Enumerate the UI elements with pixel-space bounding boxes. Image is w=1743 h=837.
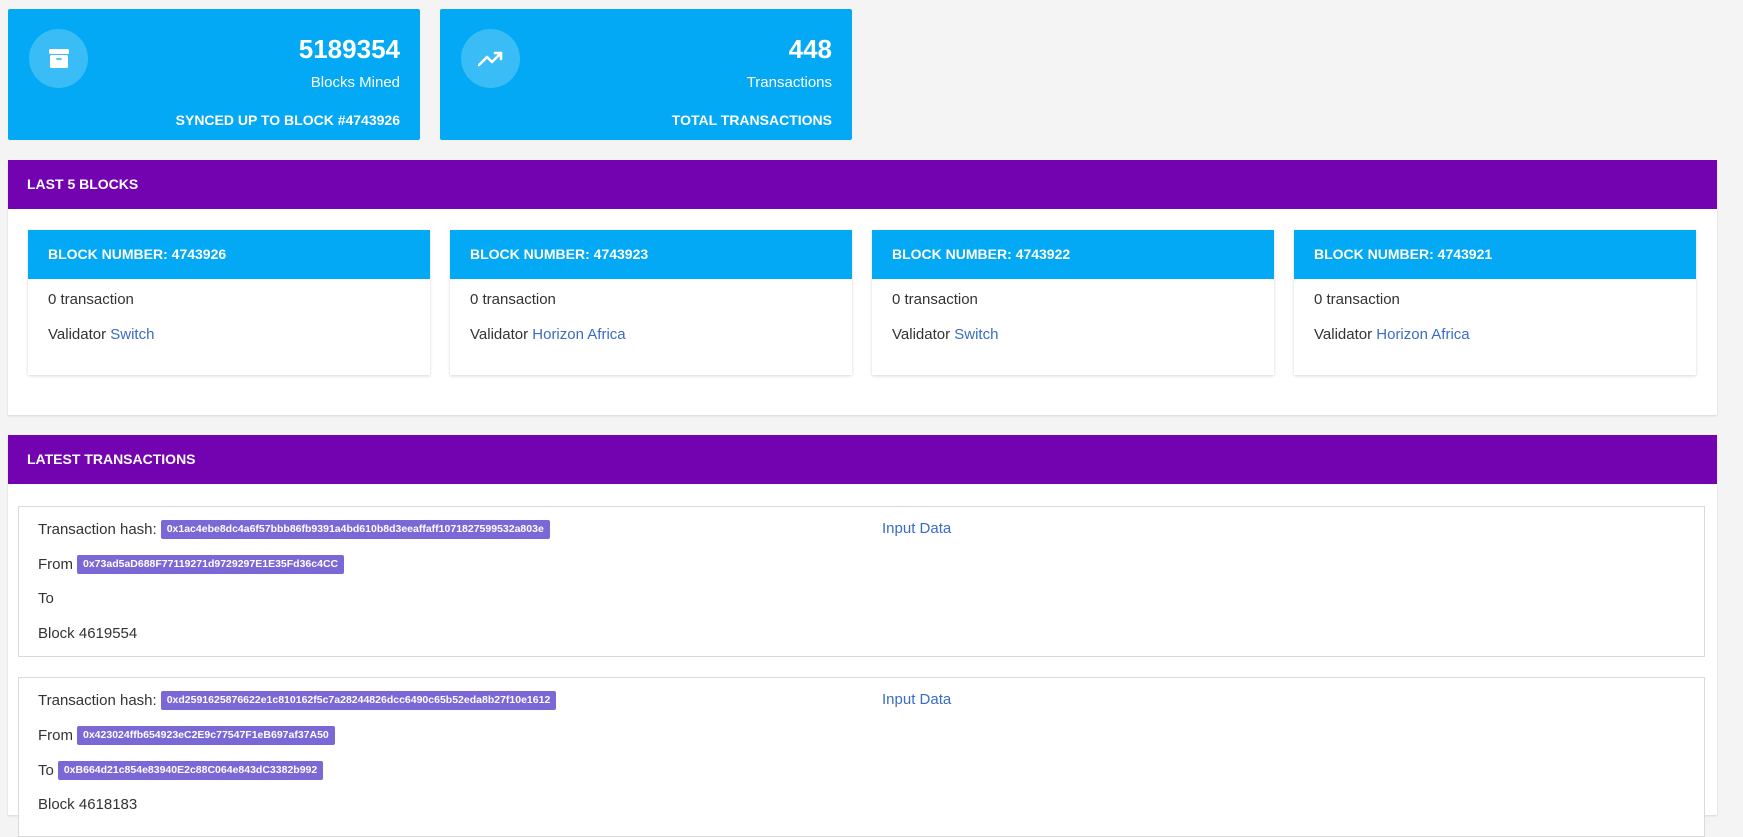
tx-to-label: To bbox=[38, 590, 54, 607]
validator-label: Validator bbox=[1314, 326, 1373, 343]
block-tx-count: 0 transaction bbox=[892, 291, 978, 308]
block-number[interactable]: BLOCK NUMBER: 4743922 bbox=[872, 230, 1274, 279]
tx-block[interactable]: Block 4618183 bbox=[38, 796, 137, 813]
block-validator: Validator Switch bbox=[48, 326, 154, 343]
tx-hash-badge[interactable]: 0x1ac4ebe8dc4a6f57bbb86fb9391a4bd610b8d3… bbox=[160, 520, 550, 539]
input-data-link[interactable]: Input Data bbox=[882, 520, 951, 537]
transactions-value: 448 bbox=[788, 34, 832, 64]
tx-from-badge[interactable]: 0x73ad5aD688F77119271d9729297E1E35Fd36c4… bbox=[77, 555, 345, 574]
tx-hash-label: Transaction hash: bbox=[38, 692, 157, 709]
latest-transactions-header: LATEST TRANSACTIONS bbox=[8, 435, 1717, 484]
tx-to-row: To 0xB664d21c854e83940E2c88C064e843dC3382… bbox=[38, 761, 324, 780]
tx-hash-label: Transaction hash: bbox=[38, 521, 157, 538]
validator-link[interactable]: Horizon Africa bbox=[1376, 326, 1469, 343]
block-number[interactable]: BLOCK NUMBER: 4743926 bbox=[28, 230, 430, 279]
validator-label: Validator bbox=[48, 326, 107, 343]
tx-hash-badge[interactable]: 0xd2591625876622e1c810162f5c7a28244826dc… bbox=[160, 691, 557, 710]
block-validator: Validator Horizon Africa bbox=[470, 326, 626, 343]
trending-up-icon bbox=[461, 29, 520, 88]
block-number[interactable]: BLOCK NUMBER: 4743923 bbox=[450, 230, 852, 279]
block-tx-count: 0 transaction bbox=[470, 291, 556, 308]
tx-from-label: From bbox=[38, 556, 73, 573]
tx-block[interactable]: Block 4619554 bbox=[38, 625, 137, 642]
total-transactions-text: TOTAL TRANSACTIONS bbox=[671, 112, 832, 128]
block-validator: Validator Switch bbox=[892, 326, 998, 343]
validator-link[interactable]: Horizon Africa bbox=[532, 326, 625, 343]
transaction-card: Transaction hash: 0xd2591625876622e1c8101… bbox=[18, 677, 1705, 837]
block-card: BLOCK NUMBER: 4743923 0 transaction Vali… bbox=[450, 230, 852, 375]
transactions-label: Transactions bbox=[746, 74, 832, 91]
blocks-mined-value: 5189354 bbox=[298, 34, 400, 64]
tx-to-label: To bbox=[38, 762, 54, 779]
block-number[interactable]: BLOCK NUMBER: 4743921 bbox=[1294, 230, 1696, 279]
block-card: BLOCK NUMBER: 4743922 0 transaction Vali… bbox=[872, 230, 1274, 375]
validator-label: Validator bbox=[892, 326, 951, 343]
tx-hash-row: Transaction hash: 0xd2591625876622e1c8101… bbox=[38, 691, 557, 710]
tx-hash-row: Transaction hash: 0x1ac4ebe8dc4a6f57bbb86… bbox=[38, 520, 550, 539]
tx-from-badge[interactable]: 0x423024ffb654923eC2E9c77547F1eB697af37A… bbox=[77, 726, 335, 745]
block-tx-count: 0 transaction bbox=[1314, 291, 1400, 308]
archive-icon bbox=[29, 29, 88, 88]
tx-from-label: From bbox=[38, 727, 73, 744]
block-card: BLOCK NUMBER: 4743926 0 transaction Vali… bbox=[28, 230, 430, 375]
blocks-mined-card: 5189354 Blocks Mined SYNCED UP TO BLOCK … bbox=[8, 9, 420, 140]
tx-to-row: To bbox=[38, 590, 54, 607]
last-blocks-header: LAST 5 BLOCKS bbox=[8, 160, 1717, 209]
synced-block-text: SYNCED UP TO BLOCK #4743926 bbox=[175, 112, 400, 128]
block-card: BLOCK NUMBER: 4743921 0 transaction Vali… bbox=[1294, 230, 1696, 375]
blocks-mined-label: Blocks Mined bbox=[310, 74, 400, 91]
transaction-card: Transaction hash: 0x1ac4ebe8dc4a6f57bbb86… bbox=[18, 506, 1705, 657]
block-tx-count: 0 transaction bbox=[48, 291, 134, 308]
last-blocks-panel: LAST 5 BLOCKS BLOCK NUMBER: 4743926 0 tr… bbox=[8, 160, 1717, 415]
block-validator: Validator Horizon Africa bbox=[1314, 326, 1470, 343]
validator-link[interactable]: Switch bbox=[110, 326, 154, 343]
input-data-link[interactable]: Input Data bbox=[882, 691, 951, 708]
validator-link[interactable]: Switch bbox=[954, 326, 998, 343]
latest-transactions-panel: LATEST TRANSACTIONS Transaction hash: 0x1… bbox=[8, 435, 1717, 837]
tx-from-row: From 0x73ad5aD688F77119271d9729297E1E35Fd… bbox=[38, 555, 345, 574]
tx-to-badge[interactable]: 0xB664d21c854e83940E2c88C064e843dC3382b9… bbox=[57, 761, 324, 780]
transactions-card: 448 Transactions TOTAL TRANSACTIONS bbox=[440, 9, 852, 140]
tx-from-row: From 0x423024ffb654923eC2E9c77547F1eB697a… bbox=[38, 726, 335, 745]
validator-label: Validator bbox=[470, 326, 529, 343]
